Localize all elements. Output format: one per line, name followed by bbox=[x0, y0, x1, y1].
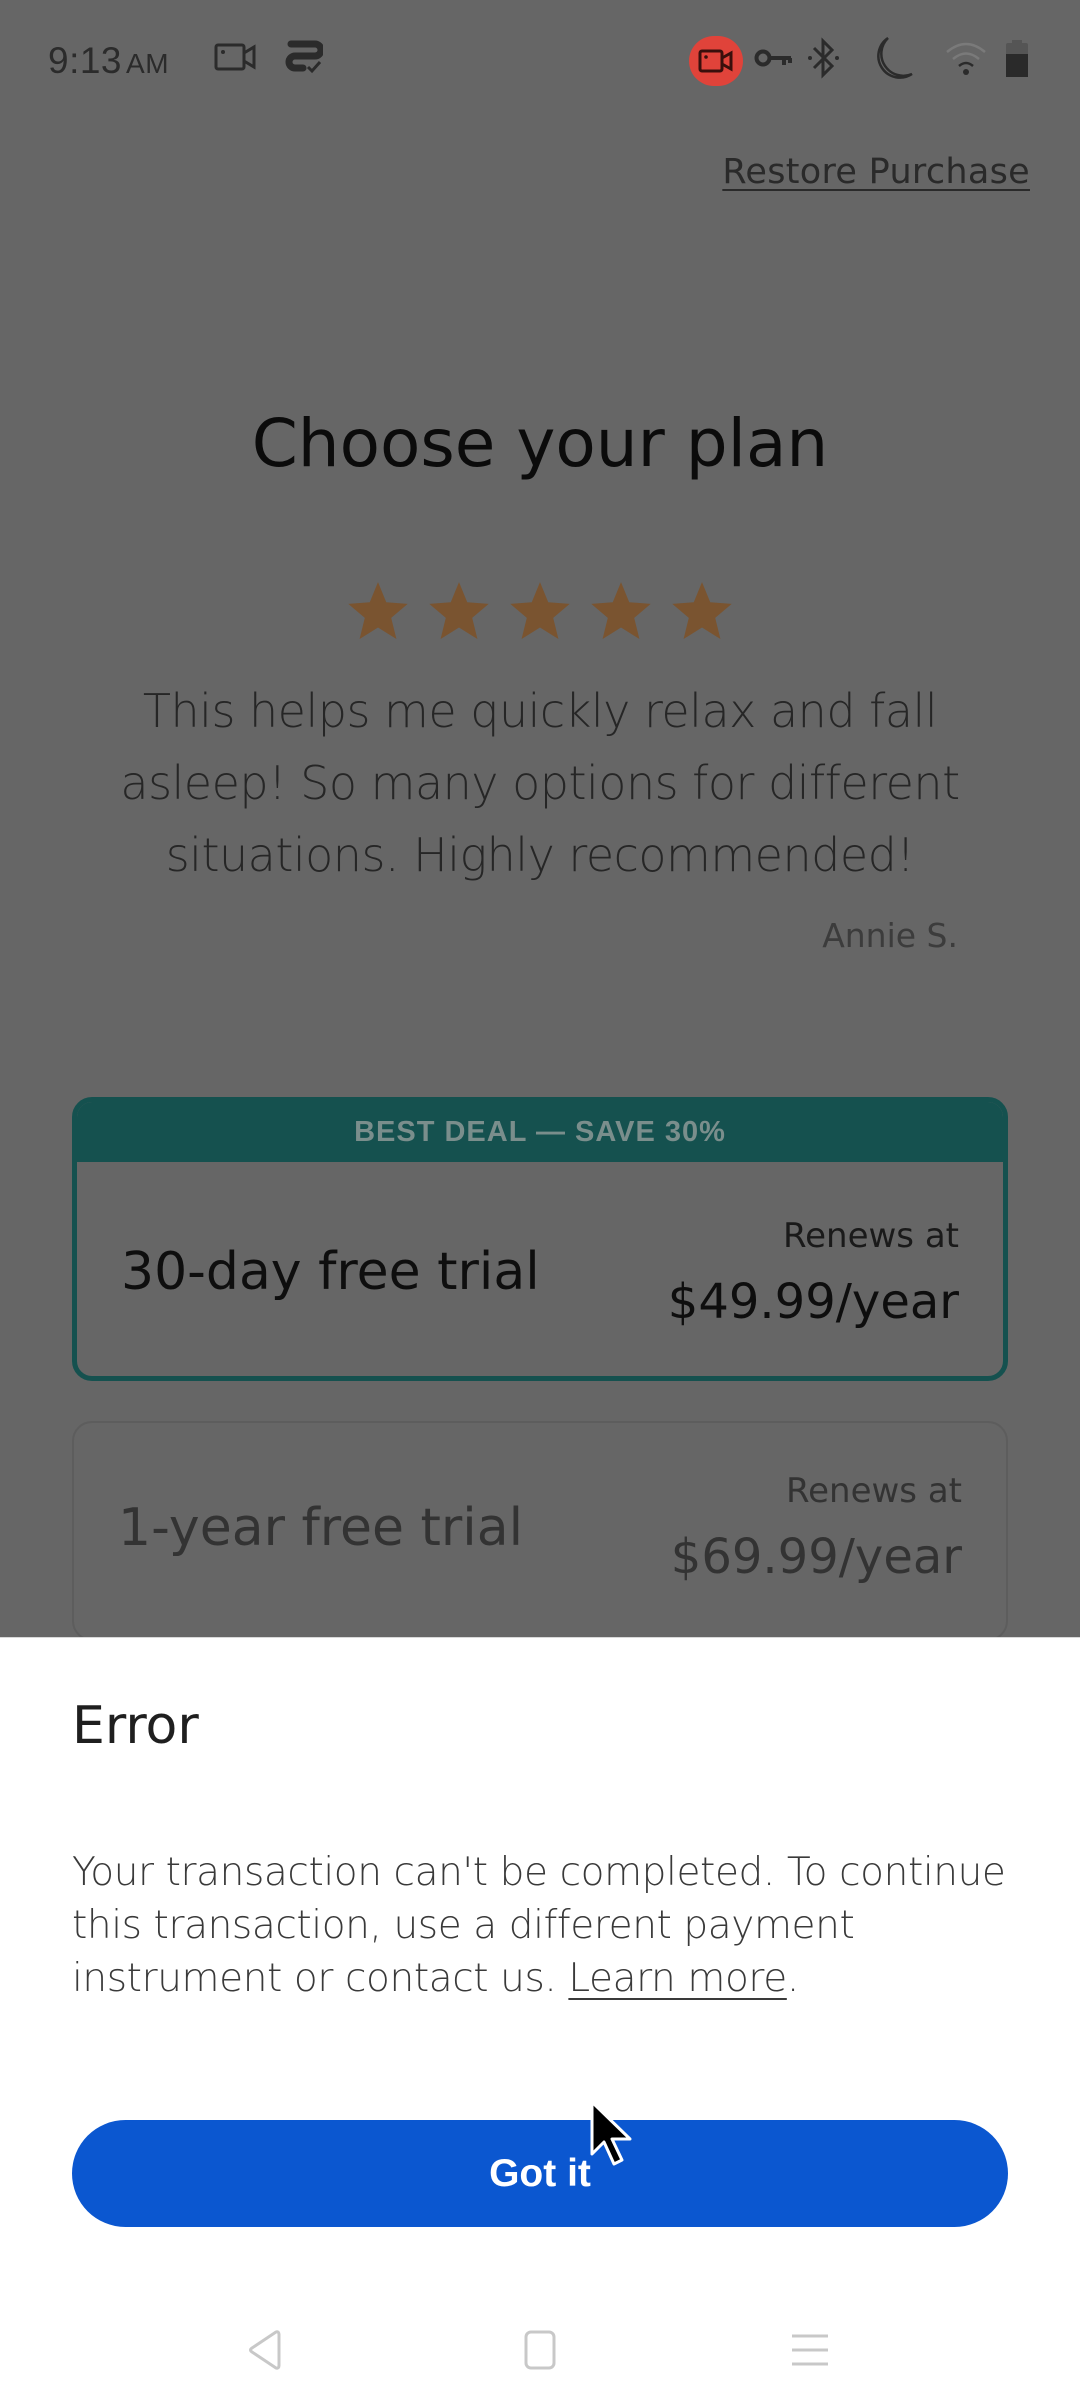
plan-name: 1-year free trial bbox=[118, 1498, 524, 1558]
status-time: 9:13 AM bbox=[48, 40, 170, 81]
paywall-screen-dimmed: 9:13 AM Restore Purchase Choose your plan bbox=[0, 0, 1080, 1637]
mouse-cursor-icon bbox=[590, 2100, 632, 2166]
rating-stars bbox=[0, 578, 1080, 644]
error-message-text: Your transaction can't be completed. To … bbox=[72, 1850, 1006, 2001]
error-title: Error bbox=[72, 1696, 199, 1756]
nav-recents-button[interactable] bbox=[780, 2320, 840, 2380]
plan-price: $69.99/year bbox=[670, 1529, 962, 1585]
restore-purchase-link[interactable]: Restore Purchase bbox=[722, 152, 1030, 192]
learn-more-link[interactable]: Learn more bbox=[568, 1956, 787, 2001]
vpn-key-icon bbox=[754, 46, 794, 86]
plan-card-1-year[interactable]: 1-year free trial Renews at $69.99/year bbox=[72, 1421, 1008, 1637]
recents-menu-icon bbox=[792, 2334, 828, 2366]
star-icon bbox=[510, 582, 570, 640]
error-bottom-sheet: Error Your transaction can't be complete… bbox=[0, 1637, 1080, 2400]
navigation-bar bbox=[0, 2290, 1080, 2400]
battery-icon bbox=[1004, 40, 1030, 80]
home-icon bbox=[524, 2330, 556, 2370]
plan-renews-label: Renews at bbox=[786, 1471, 962, 1511]
vpn-app-icon bbox=[281, 40, 323, 80]
best-deal-banner: BEST DEAL — SAVE 30% bbox=[77, 1102, 1003, 1162]
do-not-disturb-icon bbox=[868, 34, 916, 79]
star-icon bbox=[348, 582, 408, 640]
plan-price: $49.99/year bbox=[667, 1274, 959, 1330]
nav-home-button[interactable] bbox=[510, 2320, 570, 2380]
star-icon bbox=[591, 582, 651, 640]
trailing-period: . bbox=[786, 1956, 799, 2001]
screen-record-icon bbox=[214, 40, 258, 80]
back-icon bbox=[249, 2330, 281, 2370]
star-icon bbox=[672, 582, 732, 640]
error-message: Your transaction can't be completed. To … bbox=[72, 1846, 1022, 2005]
recording-active-icon bbox=[689, 36, 743, 86]
review-text: This helps me quickly relax and fall asl… bbox=[120, 684, 960, 882]
wifi-icon bbox=[944, 40, 988, 80]
plan-name: 30-day free trial bbox=[121, 1242, 540, 1302]
plan-card-30-day[interactable]: BEST DEAL — SAVE 30% 30-day free trial R… bbox=[72, 1097, 1008, 1381]
plan-renews-label: Renews at bbox=[783, 1216, 959, 1256]
nav-back-button[interactable] bbox=[236, 2320, 296, 2380]
bluetooth-icon bbox=[806, 36, 842, 79]
status-bar: 9:13 AM bbox=[0, 0, 1080, 120]
star-icon bbox=[429, 582, 489, 640]
reviewer-name: Annie S. bbox=[822, 916, 958, 955]
got-it-button[interactable]: Got it bbox=[72, 2120, 1008, 2227]
page-title: Choose your plan bbox=[251, 405, 829, 482]
